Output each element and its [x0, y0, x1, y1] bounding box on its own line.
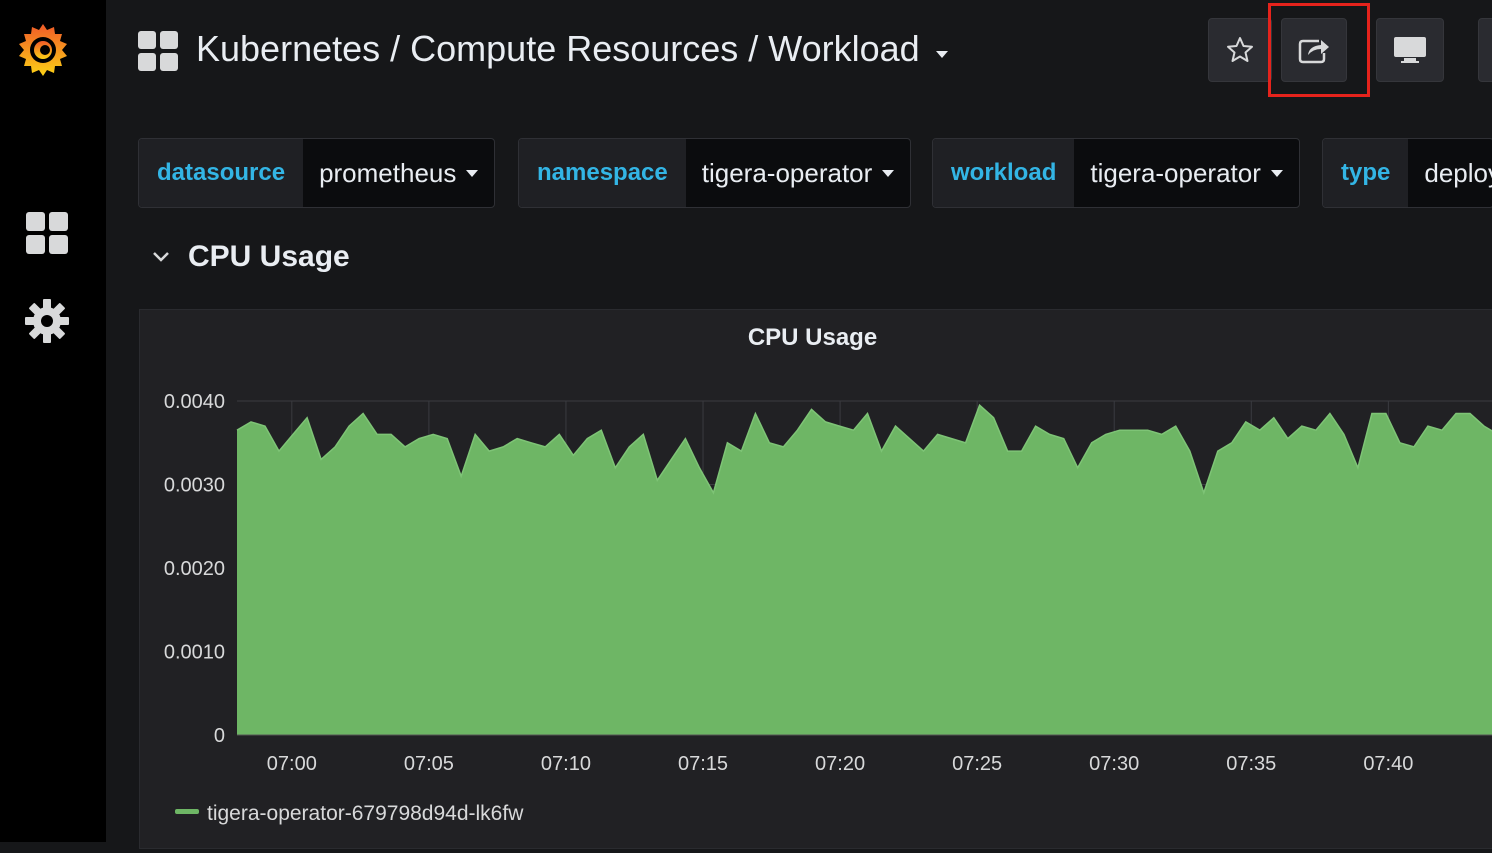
variable-value: tigera-operator: [701, 157, 873, 188]
variable-type: type deploy: [1322, 138, 1492, 208]
caret-down-icon: [466, 169, 479, 177]
chevron-down-icon: [935, 50, 948, 58]
x-tick-label: 07:35: [1226, 753, 1276, 775]
grafana-logo-icon[interactable]: [12, 20, 74, 82]
variable-value: tigera-operator: [1090, 157, 1261, 188]
variable-label: type: [1323, 139, 1409, 207]
chevron-down-icon: [153, 252, 169, 262]
x-tick-label: 07:20: [815, 753, 865, 775]
x-tick-label: 07:15: [678, 753, 728, 775]
x-tick-label: 07:00: [267, 753, 317, 775]
legend-swatch: [175, 809, 199, 814]
dashboard-title-text: Kubernetes / Compute Resources / Workloa…: [196, 28, 920, 69]
star-button[interactable]: [1208, 18, 1272, 82]
variable-label: workload: [933, 139, 1075, 207]
sidebar: [0, 0, 106, 842]
variable-namespace: namespace tigera-operator: [518, 138, 912, 208]
y-tick-label: 0.0020: [164, 558, 225, 580]
caret-down-icon: [1270, 169, 1283, 177]
x-tick-label: 07:25: [952, 753, 1002, 775]
variable-select-workload[interactable]: tigera-operator: [1074, 139, 1299, 207]
dashboards-icon[interactable]: [24, 210, 70, 256]
gear-icon[interactable]: [24, 298, 70, 344]
x-tick-label: 07:05: [404, 753, 454, 775]
star-icon: [1227, 37, 1253, 62]
dashboard-grid-icon: [138, 31, 178, 71]
tv-mode-icon: [1394, 37, 1426, 63]
share-button-highlight: [1268, 3, 1370, 97]
row-header-cpu-usage[interactable]: CPU Usage: [152, 240, 350, 274]
variable-label: namespace: [519, 139, 686, 207]
variable-value: prometheus: [319, 157, 457, 188]
row-title: CPU Usage: [188, 240, 350, 273]
dashboard-title[interactable]: Kubernetes / Compute Resources / Workloa…: [196, 28, 948, 70]
variable-workload: workload tigera-operator: [932, 138, 1300, 208]
series-area: [237, 405, 1492, 735]
y-tick-label: 0: [214, 725, 225, 747]
y-tick-label: 0.0010: [164, 642, 225, 664]
panel-title[interactable]: CPU Usage: [140, 324, 1485, 352]
variable-select-datasource[interactable]: prometheus: [303, 139, 494, 207]
y-tick-label: 0.0040: [164, 391, 225, 413]
y-tick-label: 0.0030: [164, 475, 225, 497]
variable-datasource: datasource prometheus: [138, 138, 496, 208]
more-toolbar-button[interactable]: [1478, 18, 1492, 82]
variable-select-type[interactable]: deploy: [1408, 139, 1492, 207]
legend-label: tigera-operator-679798d94d-lk6fw: [207, 802, 524, 825]
variable-label: datasource: [139, 139, 304, 207]
caret-down-icon: [882, 169, 895, 177]
x-tick-label: 07:10: [541, 753, 591, 775]
x-tick-label: 07:40: [1363, 753, 1413, 775]
x-tick-label: 07:30: [1089, 753, 1139, 775]
variable-value: deploy: [1424, 157, 1492, 188]
cpu-usage-chart[interactable]: 0 0.0010 0.0020 0.0030 0.0040 07:00 07:05 07:10…: [140, 310, 1492, 848]
tv-mode-button[interactable]: [1376, 18, 1444, 82]
cpu-usage-panel: CPU Usage 0 0.0010 0.0020 0.0030 0.0040 07:00…: [139, 309, 1492, 849]
dashboard-main: Kubernetes / Compute Resources / Workloa…: [106, 0, 1492, 849]
variable-select-namespace[interactable]: tigera-operator: [686, 139, 911, 207]
